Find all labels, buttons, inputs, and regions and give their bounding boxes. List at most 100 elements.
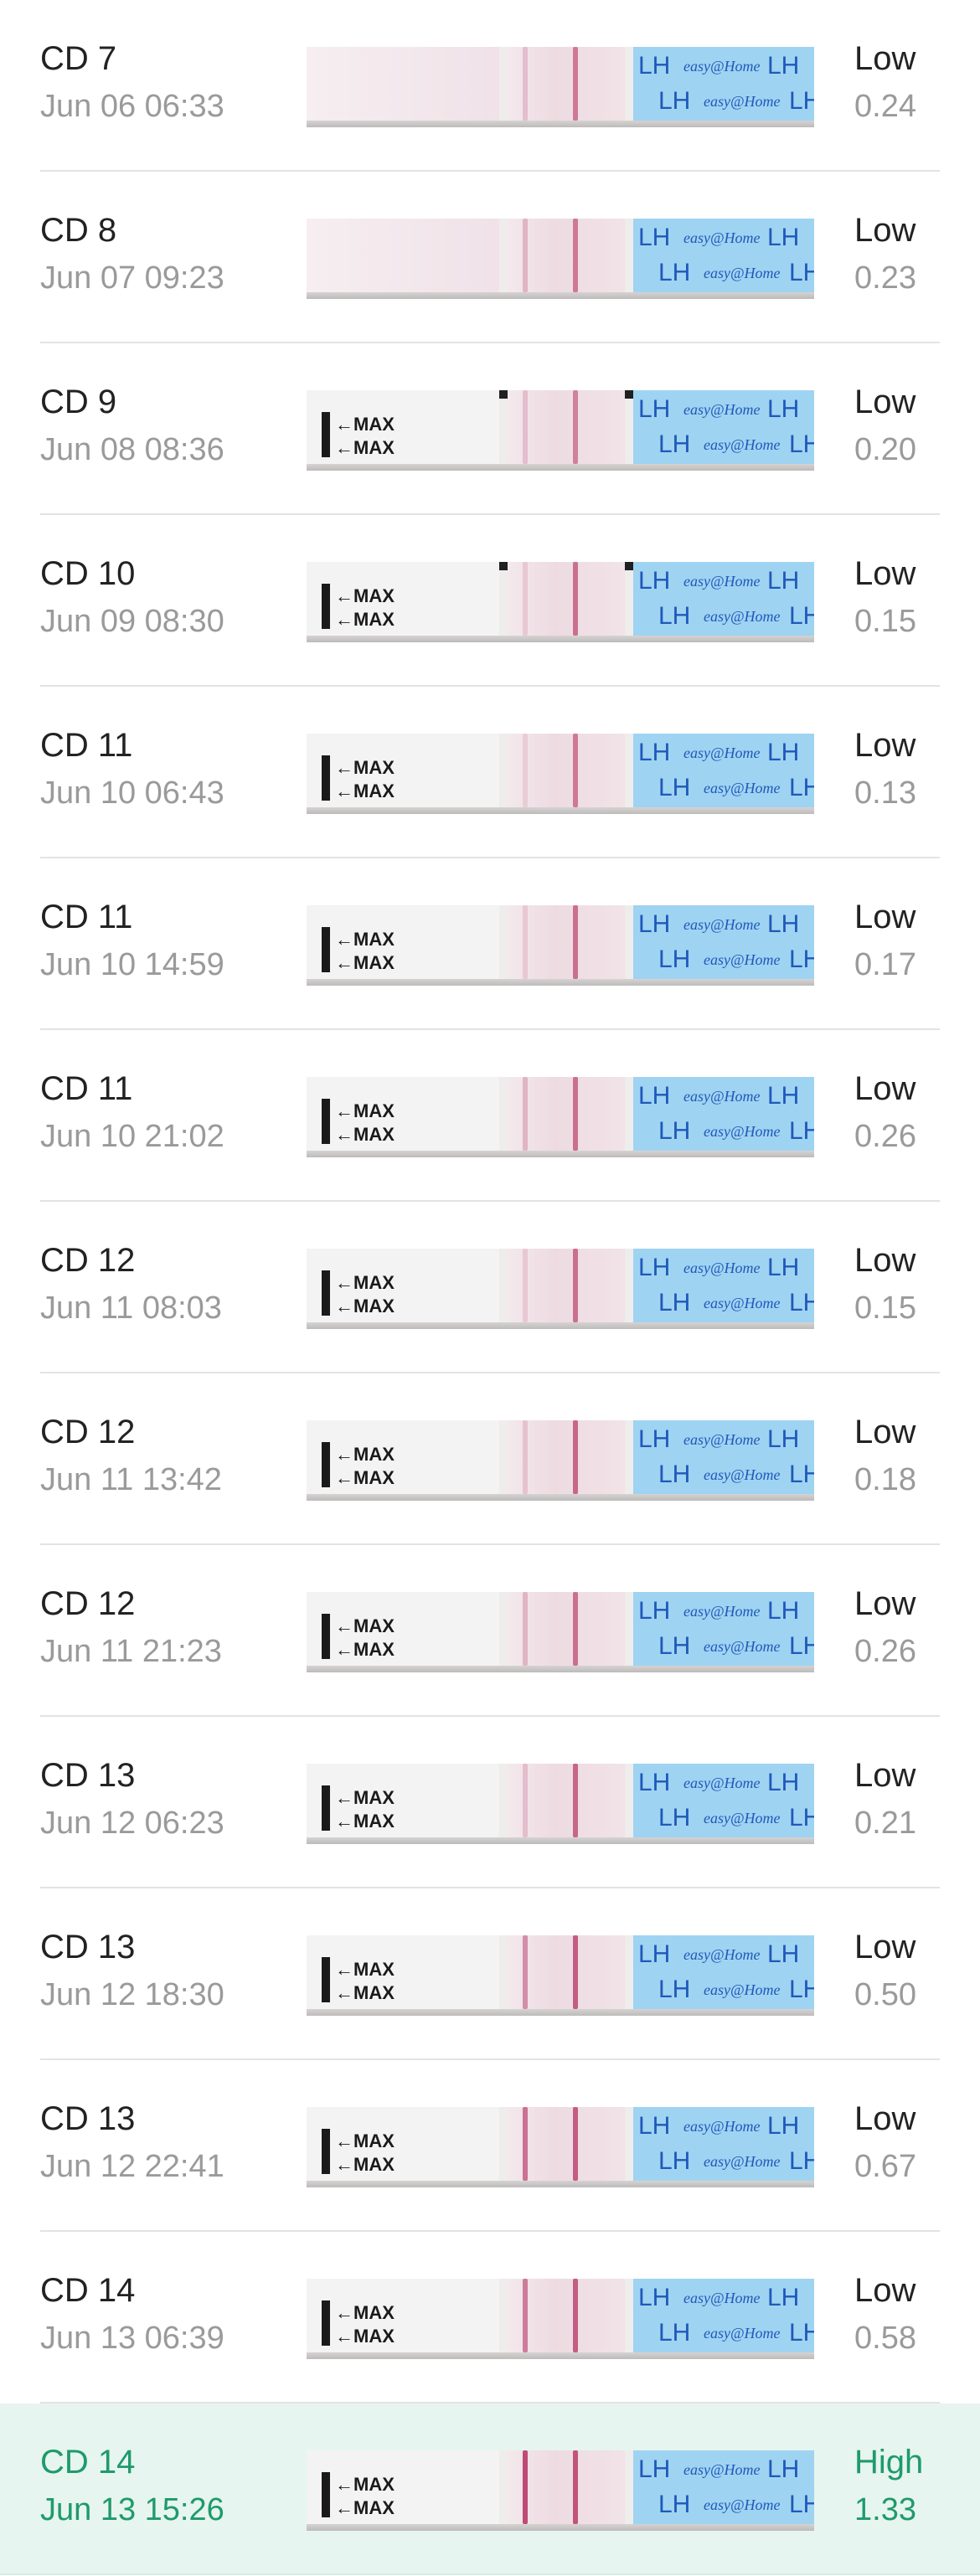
strip-lh-print: LH (658, 945, 691, 973)
strip-brand-print: easy@Home (704, 2496, 781, 2513)
strip-lh-print: LH (789, 1976, 814, 2003)
strip-lh-label-area: LH easy@Home LH LH easy@Home LH (633, 219, 814, 299)
strip-test-line (523, 219, 528, 292)
test-record-row[interactable]: CD 10 Jun 09 08:30 ←MAX ←MAX LH easy@Home LH LH… (0, 515, 980, 687)
strip-lh-print: LH (638, 1082, 671, 1110)
test-strip-image[interactable]: ←MAX ←MAX LH easy@Home LH LH easy@Home LH (307, 905, 814, 986)
test-strip-image[interactable]: ←MAX ←MAX LH easy@Home LH LH easy@Home LH (307, 390, 814, 471)
test-record-row[interactable]: CD 11 Jun 10 14:59 ←MAX ←MAX LH easy@Home LH LH… (0, 858, 980, 1030)
test-record-row[interactable]: CD 7 Jun 06 06:33 LH easy@Home LH LH easy@Home… (0, 0, 980, 172)
strip-max-label: ←MAX (335, 757, 395, 778)
strip-lh-label-area: LH easy@Home LH LH easy@Home LH (633, 734, 814, 814)
cycle-day-label: CD 10 (40, 555, 136, 592)
test-record-row[interactable]: CD 12 Jun 11 21:23 ←MAX ←MAX LH easy@Home LH LH… (0, 1545, 980, 1717)
strip-brand-print: easy@Home (683, 1431, 761, 1448)
strip-shadow (307, 2009, 814, 2016)
strip-test-line (523, 1764, 528, 1837)
strip-max-label: ←MAX (335, 2474, 395, 2495)
strip-lh-print: LH (638, 224, 671, 251)
test-record-row[interactable]: CD 13 Jun 12 06:23 ←MAX ←MAX LH easy@Home LH LH… (0, 1717, 980, 1888)
cycle-day-label: CD 11 (40, 1070, 133, 1107)
strip-max-label: ←MAX (335, 1811, 395, 1832)
test-strip-image[interactable]: LH easy@Home LH LH easy@Home LH (307, 219, 814, 299)
strip-lh-label-area: LH easy@Home LH LH easy@Home LH (633, 2450, 814, 2531)
test-strip-image[interactable]: ←MAX ←MAX LH easy@Home LH LH easy@Home LH (307, 1764, 814, 1844)
strip-lh-print: LH (638, 910, 671, 938)
strip-lh-print: LH (658, 1461, 691, 1488)
test-record-row[interactable]: CD 9 Jun 08 08:36 ←MAX ←MAX LH easy@Home LH LH e… (0, 343, 980, 515)
lh-ratio-value: 0.20 (854, 432, 916, 467)
test-datetime: Jun 06 06:33 (40, 89, 224, 124)
strip-max-bar (322, 1270, 330, 1316)
cycle-day-label: CD 9 (40, 384, 117, 420)
test-strip-image[interactable]: ←MAX ←MAX LH easy@Home LH LH easy@Home LH (307, 1249, 814, 1329)
lh-ratio-value: 0.18 (854, 1462, 916, 1497)
strip-shadow (307, 807, 814, 814)
test-record-row[interactable]: CD 13 Jun 12 22:41 ←MAX ←MAX LH easy@Home LH LH… (0, 2060, 980, 2232)
strip-control-line (573, 1077, 578, 1151)
test-strip-image[interactable]: ←MAX ←MAX LH easy@Home LH LH easy@Home LH (307, 2279, 814, 2359)
test-strip-image[interactable]: ←MAX ←MAX LH easy@Home LH LH easy@Home LH (307, 1077, 814, 1157)
lh-ratio-value: 0.58 (854, 2321, 916, 2356)
strip-max-label: ←MAX (335, 1467, 395, 1488)
test-strip-image[interactable]: ←MAX ←MAX LH easy@Home LH LH easy@Home LH (307, 734, 814, 814)
strip-brand-print: easy@Home (704, 1466, 781, 1483)
strip-lh-print: LH (789, 2491, 814, 2518)
strip-brand-print: easy@Home (704, 951, 781, 968)
strip-shadow (307, 2181, 814, 2187)
strip-lh-print: LH (638, 1425, 671, 1453)
strip-max-label: ←MAX (335, 1444, 395, 1465)
strip-lh-print: LH (658, 1804, 691, 1832)
strip-lh-print: LH (638, 1940, 671, 1968)
strip-lh-print: LH (658, 1632, 691, 1660)
lh-ratio-value: 0.26 (854, 1634, 916, 1669)
strip-lh-label-area: LH easy@Home LH LH easy@Home LH (633, 1249, 814, 1329)
strip-test-line (523, 905, 528, 979)
strip-shadow (307, 464, 814, 471)
strip-control-line (573, 1935, 578, 2009)
strip-handle: ←MAX ←MAX (307, 390, 499, 471)
test-strip-image[interactable]: ←MAX ←MAX LH easy@Home LH LH easy@Home LH (307, 1420, 814, 1501)
strip-brand-print: easy@Home (704, 2153, 781, 2170)
test-strip-image[interactable]: ←MAX ←MAX LH easy@Home LH LH easy@Home LH (307, 2450, 814, 2531)
test-record-row[interactable]: CD 14 Jun 13 06:39 ←MAX ←MAX LH easy@Home LH LH… (0, 2232, 980, 2403)
test-record-row[interactable]: CD 12 Jun 11 13:42 ←MAX ←MAX LH easy@Home LH LH… (0, 1373, 980, 1545)
test-strip-image[interactable]: ←MAX ←MAX LH easy@Home LH LH easy@Home LH (307, 1592, 814, 1672)
test-datetime: Jun 10 14:59 (40, 947, 224, 982)
lh-ratio-value: 0.15 (854, 1291, 916, 1326)
strip-max-label: ←MAX (335, 609, 395, 630)
strip-control-line (573, 390, 578, 464)
lh-result-level: Low (854, 1414, 916, 1450)
strip-lh-print: LH (789, 1632, 814, 1660)
test-strip-image[interactable]: ←MAX ←MAX LH easy@Home LH LH easy@Home LH (307, 2107, 814, 2187)
strip-lh-print: LH (638, 2455, 671, 2483)
strip-max-label: ←MAX (335, 437, 395, 458)
strip-handle (307, 47, 499, 127)
strip-lh-print: LH (658, 774, 691, 801)
test-record-row[interactable]: CD 8 Jun 07 09:23 LH easy@Home LH LH easy@Home… (0, 172, 980, 343)
strip-shadow (307, 636, 814, 642)
test-record-row[interactable]: CD 11 Jun 10 21:02 ←MAX ←MAX LH easy@Home LH LH… (0, 1030, 980, 1202)
strip-lh-print: LH (658, 1117, 691, 1145)
strip-lh-print: LH (767, 910, 800, 938)
strip-max-bar (322, 1957, 330, 2002)
strip-brand-print: easy@Home (704, 265, 781, 281)
test-strip-image[interactable]: ←MAX ←MAX LH easy@Home LH LH easy@Home LH (307, 1935, 814, 2016)
strip-control-line (573, 905, 578, 979)
strip-max-label: ←MAX (335, 2497, 395, 2518)
strip-max-label: ←MAX (335, 1296, 395, 1316)
cycle-day-label: CD 12 (40, 1414, 136, 1450)
test-record-row[interactable]: CD 13 Jun 12 18:30 ←MAX ←MAX LH easy@Home LH LH… (0, 1888, 980, 2060)
test-record-row[interactable]: CD 11 Jun 10 06:43 ←MAX ←MAX LH easy@Home LH LH… (0, 687, 980, 858)
cycle-day-label: CD 7 (40, 40, 117, 77)
strip-handle: ←MAX ←MAX (307, 1592, 499, 1672)
strip-test-line (523, 390, 528, 464)
test-strip-image[interactable]: LH easy@Home LH LH easy@Home LH (307, 47, 814, 127)
test-record-row[interactable]: CD 12 Jun 11 08:03 ←MAX ←MAX LH easy@Home LH LH… (0, 1202, 980, 1373)
test-record-row[interactable]: CD 14 Jun 13 15:26 ←MAX ←MAX LH easy@Home LH LH… (0, 2403, 980, 2575)
strip-max-bar (322, 2472, 330, 2517)
strip-lh-print: LH (767, 1425, 800, 1453)
cycle-day-label: CD 13 (40, 1757, 136, 1794)
test-strip-image[interactable]: ←MAX ←MAX LH easy@Home LH LH easy@Home LH (307, 562, 814, 642)
strip-handle: ←MAX ←MAX (307, 562, 499, 642)
